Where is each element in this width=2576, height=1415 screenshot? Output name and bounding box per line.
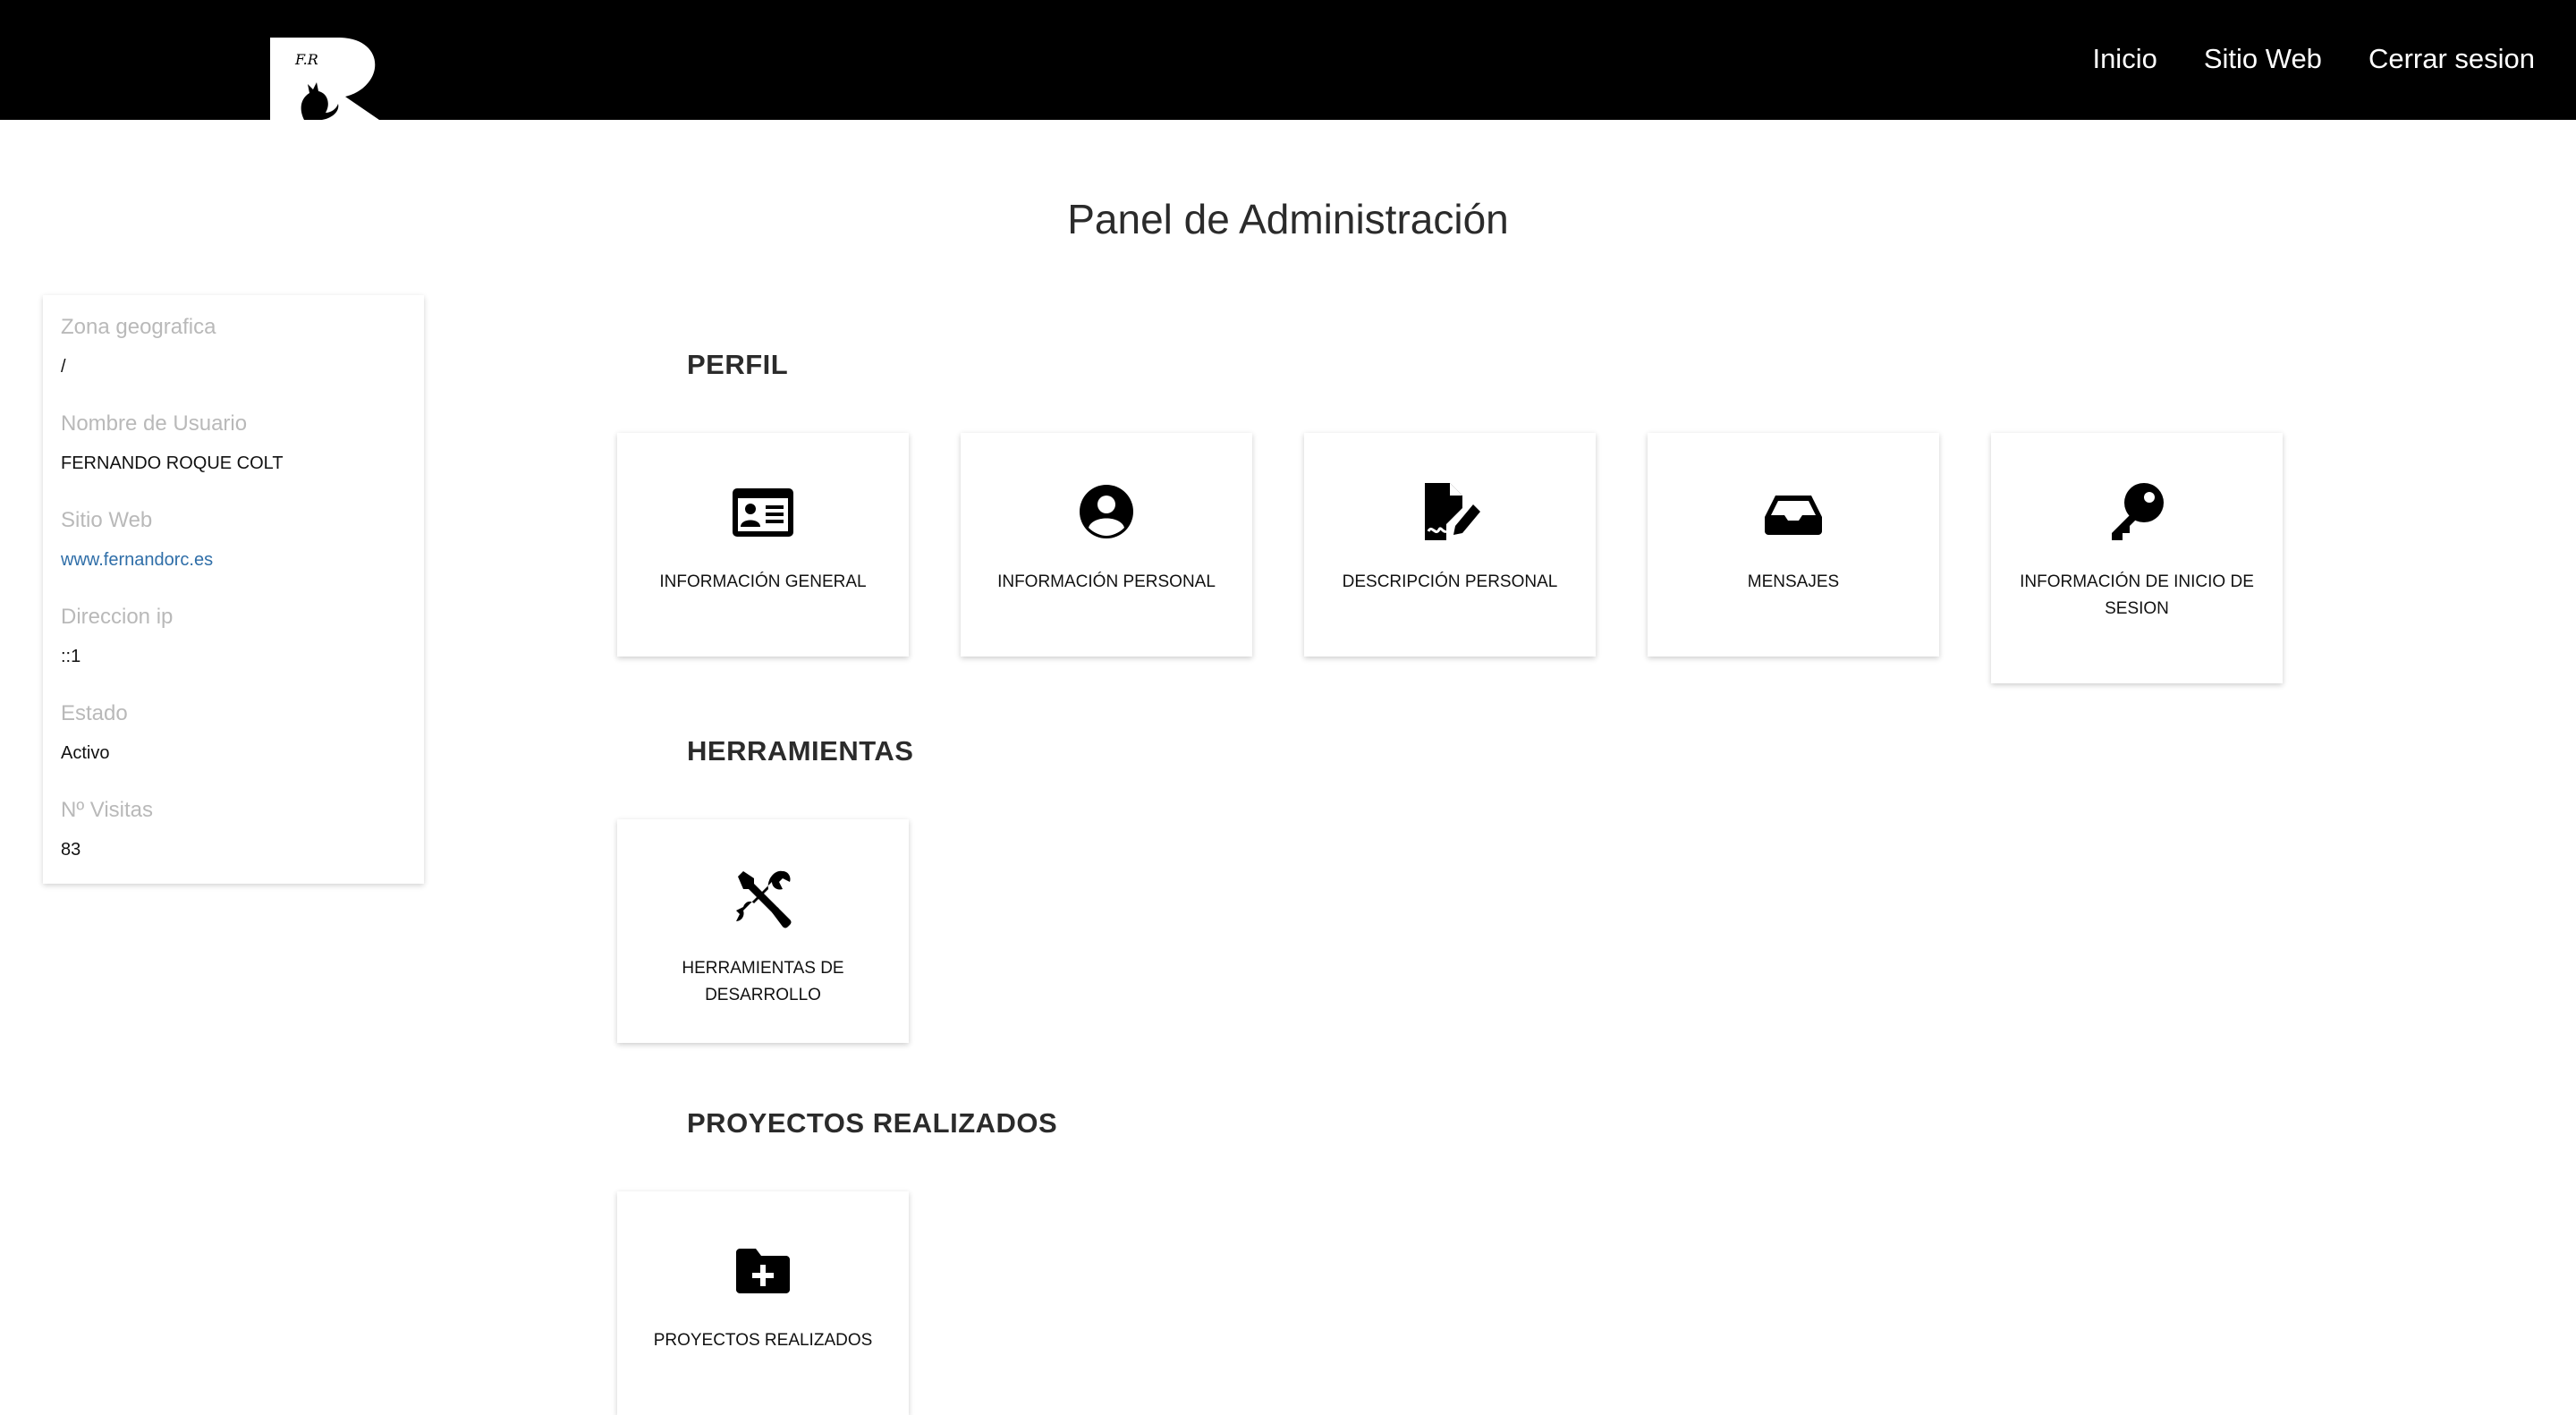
file-signature-icon [1304, 481, 1596, 542]
section-heading-proyectos: PROYECTOS REALIZADOS [687, 1107, 1058, 1139]
visitas-value: 83 [61, 840, 81, 860]
card-proyectos-realizados[interactable]: PROYECTOS REALIZADOS [617, 1191, 909, 1415]
user-circle-icon [961, 481, 1252, 542]
card-label: INFORMACIÓN DE INICIO DE SESION [2020, 572, 2254, 618]
usuario-label: Nombre de Usuario [61, 411, 248, 436]
nav-link-inicio[interactable]: Inicio [2092, 39, 2157, 79]
visitas-label: Nº Visitas [61, 798, 154, 822]
card-herramientas-desarrollo[interactable]: HERRAMIENTAS DE DESARROLLO [617, 819, 909, 1043]
section-heading-herramientas: HERRAMIENTAS [687, 735, 914, 767]
tools-icon [617, 868, 909, 928]
folder-plus-icon [617, 1240, 909, 1301]
id-card-icon [617, 481, 909, 542]
top-navbar: F.R Inicio Sitio Web Cerrar sesion [0, 0, 2576, 120]
user-info-panel: Zona geografica / Nombre de Usuario FERN… [43, 295, 424, 884]
nav-links: Inicio Sitio Web Cerrar sesion [2092, 39, 2535, 79]
zona-label: Zona geografica [61, 315, 216, 339]
ip-value: ::1 [61, 647, 81, 666]
card-label: INFORMACIÓN PERSONAL [997, 572, 1216, 591]
card-descripcion-personal[interactable]: DESCRIPCIÓN PERSONAL [1304, 433, 1596, 657]
usuario-value: FERNANDO ROQUE COLT [61, 453, 284, 473]
estado-value: Activo [61, 743, 110, 763]
section-heading-perfil: PERFIL [687, 349, 789, 380]
card-label: PROYECTOS REALIZADOS [653, 1331, 873, 1350]
web-link[interactable]: www.fernandorc.es [61, 547, 406, 572]
card-label: INFORMACIÓN GENERAL [659, 572, 867, 591]
card-informacion-inicio-sesion[interactable]: INFORMACIÓN DE INICIO DE SESION [1991, 433, 2283, 683]
zona-value: / [61, 357, 66, 377]
card-label: MENSAJES [1747, 572, 1840, 591]
site-logo[interactable]: F.R [268, 38, 394, 120]
nav-link-sitio-web[interactable]: Sitio Web [2204, 39, 2322, 79]
card-informacion-general[interactable]: INFORMACIÓN GENERAL [617, 433, 909, 657]
nav-link-cerrar-sesion[interactable]: Cerrar sesion [2368, 39, 2535, 79]
web-label: Sitio Web [61, 508, 153, 532]
key-icon [1991, 481, 2283, 542]
logo-monogram: F.R [294, 51, 318, 68]
inbox-icon [1648, 481, 1939, 542]
ip-label: Direccion ip [61, 605, 174, 629]
page-title: Panel de Administración [1067, 196, 1509, 242]
card-label: DESCRIPCIÓN PERSONAL [1342, 572, 1558, 591]
card-mensajes[interactable]: MENSAJES [1648, 433, 1939, 657]
estado-label: Estado [61, 701, 128, 725]
card-label: HERRAMIENTAS DE DESARROLLO [682, 959, 844, 1004]
card-informacion-personal[interactable]: INFORMACIÓN PERSONAL [961, 433, 1252, 657]
